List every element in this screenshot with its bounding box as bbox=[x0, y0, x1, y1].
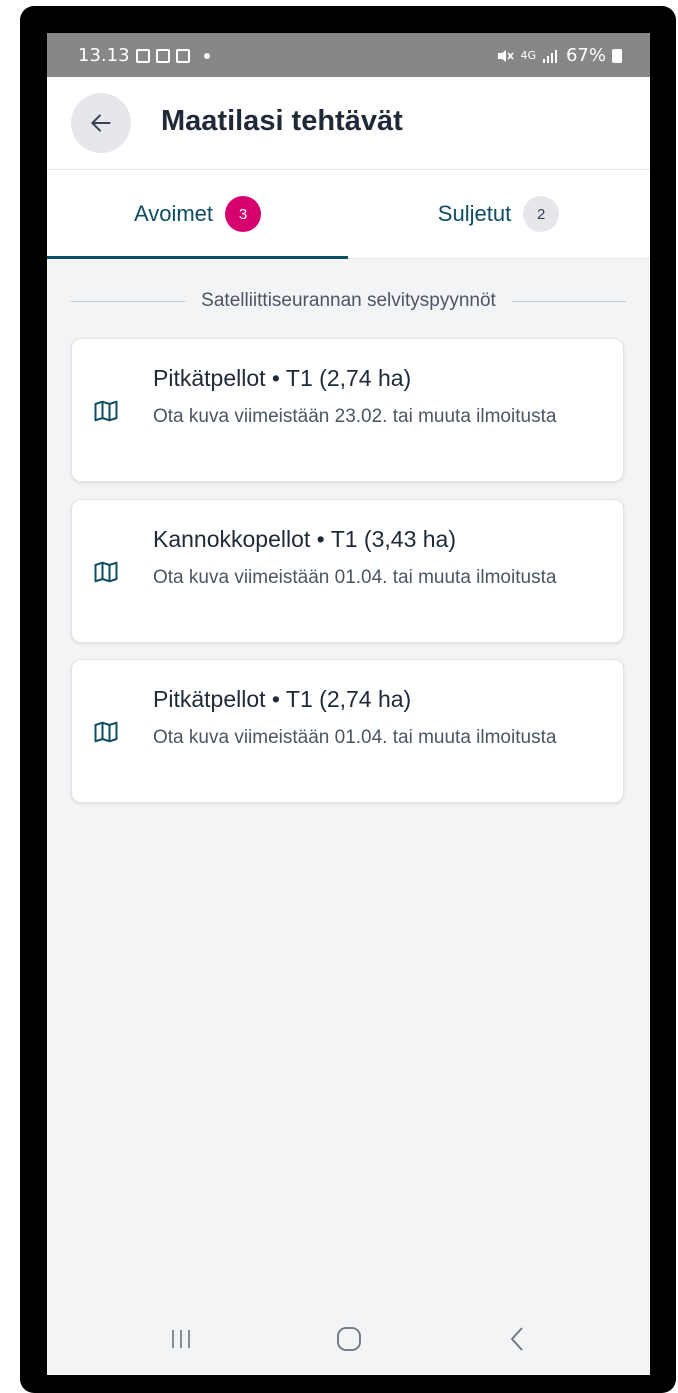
task-card[interactable]: Pitkätpellot • T1 (2,74 ha) Ota kuva vii… bbox=[71, 338, 624, 482]
map-icon bbox=[94, 721, 118, 743]
active-tab-indicator bbox=[47, 256, 348, 259]
status-bar-left: 13.13 bbox=[78, 45, 210, 66]
arrow-left-icon bbox=[91, 114, 111, 132]
back-button[interactable] bbox=[71, 93, 131, 153]
page-title: Maatilasi tehtävät bbox=[161, 105, 403, 137]
chevron-left-icon bbox=[510, 1327, 523, 1351]
network-type: 4G bbox=[520, 48, 536, 62]
home-button[interactable] bbox=[319, 1321, 379, 1357]
task-description: Ota kuva viimeistään 01.04. tai muuta il… bbox=[153, 727, 557, 748]
cast-icon bbox=[175, 48, 190, 63]
battery-percent: 67% bbox=[565, 45, 606, 66]
recent-apps-icon bbox=[172, 1330, 190, 1348]
map-icon bbox=[94, 561, 118, 583]
recent-apps-button[interactable] bbox=[151, 1321, 211, 1357]
tab-open[interactable]: Avoimet 3 bbox=[47, 170, 348, 258]
battery-icon bbox=[612, 48, 622, 63]
task-card[interactable]: Kannokkopellot • T1 (3,43 ha) Ota kuva v… bbox=[71, 499, 624, 643]
task-description: Ota kuva viimeistään 23.02. tai muuta il… bbox=[153, 406, 557, 427]
status-time: 13.13 bbox=[78, 45, 130, 66]
task-title: Kannokkopellot • T1 (3,43 ha) bbox=[153, 526, 456, 552]
tab-bar: Avoimet 3 Suljetut 2 bbox=[47, 170, 650, 259]
image-icon bbox=[135, 48, 150, 63]
app-bar: Maatilasi tehtävät bbox=[47, 77, 650, 170]
task-description: Ota kuva viimeistään 01.04. tai muuta il… bbox=[153, 567, 557, 588]
section-divider-right bbox=[511, 300, 627, 302]
tab-closed-count-badge: 2 bbox=[523, 196, 560, 232]
section-divider-left bbox=[71, 300, 186, 302]
section-title: Satelliittiseurannan selvityspyynnöt bbox=[201, 290, 496, 311]
status-bar-right: 4G 67% bbox=[496, 45, 622, 66]
system-navigation-bar bbox=[47, 1301, 650, 1375]
task-card[interactable]: Pitkätpellot • T1 (2,74 ha) Ota kuva vii… bbox=[71, 659, 624, 803]
notification-dot-icon bbox=[203, 52, 210, 59]
signal-icon bbox=[542, 49, 557, 63]
tab-open-count-badge: 3 bbox=[225, 196, 262, 232]
status-bar: 13.13 4G 67% bbox=[47, 33, 650, 77]
tab-open-label: Avoimet bbox=[133, 201, 214, 226]
app-screen: 13.13 4G 67% Maatilasi tehtävät Avoimet … bbox=[47, 33, 650, 1375]
mute-icon bbox=[498, 49, 515, 62]
map-icon bbox=[94, 400, 118, 422]
home-icon bbox=[337, 1327, 361, 1351]
system-back-button[interactable] bbox=[488, 1321, 548, 1357]
calendar-icon bbox=[155, 48, 170, 63]
task-title: Pitkätpellot • T1 (2,74 ha) bbox=[153, 686, 412, 712]
section-header: Satelliittiseurannan selvityspyynnöt bbox=[71, 289, 627, 313]
tab-closed-label: Suljetut bbox=[437, 201, 512, 226]
task-title: Pitkätpellot • T1 (2,74 ha) bbox=[153, 365, 412, 391]
tab-closed[interactable]: Suljetut 2 bbox=[348, 170, 649, 258]
